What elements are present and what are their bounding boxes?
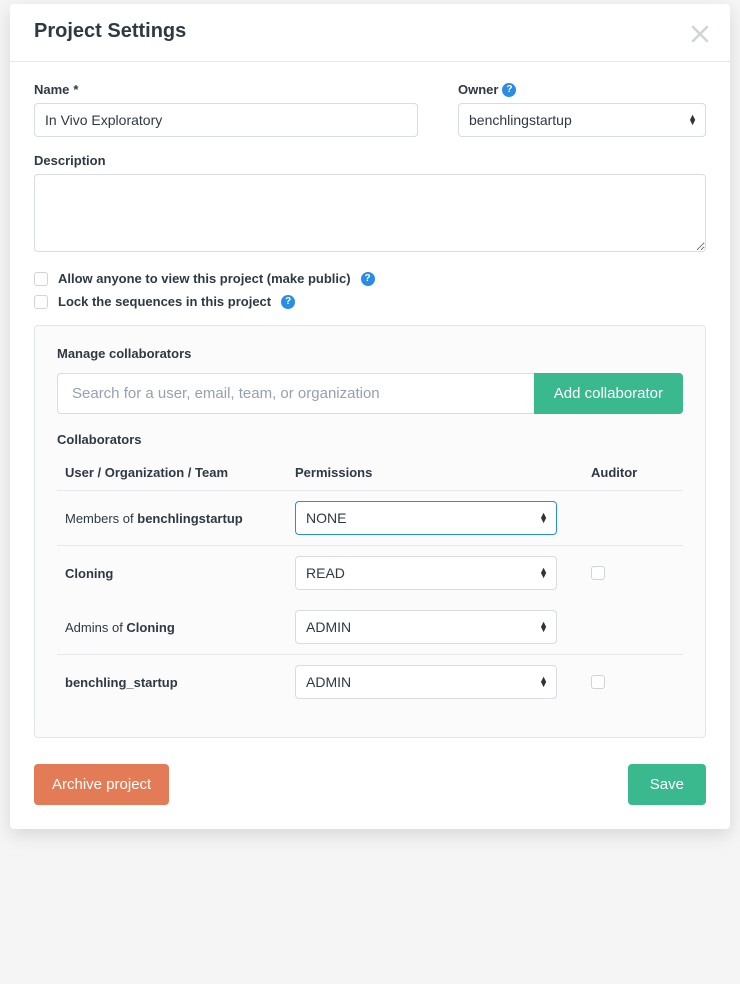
chevron-updown-icon: ▲▼ [539, 568, 556, 578]
permission-select[interactable]: ADMIN▲▼ [295, 665, 557, 699]
description-textarea[interactable] [34, 174, 706, 252]
save-button[interactable]: Save [628, 764, 706, 805]
owner-label: Owner ? [458, 82, 706, 97]
header-user: User / Organization / Team [65, 465, 295, 480]
auditor-cell [561, 566, 683, 580]
header-auditor: Auditor [561, 465, 683, 480]
header-permissions: Permissions [295, 465, 561, 480]
table-row: Members of benchlingstartupNONE▲▼ [57, 491, 683, 545]
chevron-updown-icon: ▲▼ [688, 115, 705, 125]
description-label: Description [34, 153, 706, 168]
collaborators-subtitle: Collaborators [57, 432, 683, 447]
public-checkbox-row[interactable]: Allow anyone to view this project (make … [34, 271, 706, 286]
collaborator-name: Cloning [65, 566, 295, 581]
auditor-checkbox[interactable] [591, 566, 605, 580]
modal-title: Project Settings [34, 20, 706, 43]
permission-select[interactable]: READ▲▼ [295, 556, 557, 590]
name-label: Name* [34, 82, 418, 97]
modal-body: Name* Owner ? benchlingstartup ▲▼ Descri… [10, 62, 730, 744]
collaborator-search-input[interactable] [57, 373, 534, 414]
checkbox-icon [34, 272, 48, 286]
chevron-updown-icon: ▲▼ [539, 513, 556, 523]
collaborator-name: benchling_startup [65, 675, 295, 690]
auditor-checkbox[interactable] [591, 675, 605, 689]
lock-checkbox-row[interactable]: Lock the sequences in this project ? [34, 294, 706, 309]
table-row: CloningREAD▲▼ [57, 546, 683, 600]
collaborator-name: Admins of Cloning [65, 620, 295, 635]
archive-project-button[interactable]: Archive project [34, 764, 169, 805]
auditor-cell [561, 675, 683, 689]
name-input[interactable] [34, 103, 418, 137]
close-icon [690, 24, 710, 44]
manage-collaborators-panel: Manage collaborators Add collaborator Co… [34, 325, 706, 738]
modal-header: Project Settings [10, 4, 730, 62]
collaborator-name: Members of benchlingstartup [65, 511, 295, 526]
owner-select[interactable]: benchlingstartup ▲▼ [458, 103, 706, 137]
permission-select[interactable]: ADMIN▲▼ [295, 610, 557, 644]
modal-footer: Archive project Save [10, 744, 730, 829]
table-row: Admins of CloningADMIN▲▼ [57, 600, 683, 654]
manage-title: Manage collaborators [57, 346, 683, 361]
help-icon[interactable]: ? [361, 272, 375, 286]
table-row: benchling_startupADMIN▲▼ [57, 655, 683, 709]
table-header-row: User / Organization / Team Permissions A… [57, 457, 683, 490]
chevron-updown-icon: ▲▼ [539, 622, 556, 632]
checkbox-icon [34, 295, 48, 309]
project-settings-modal: Project Settings Name* Owner ? [10, 4, 730, 829]
permission-select[interactable]: NONE▲▼ [295, 501, 557, 535]
help-icon[interactable]: ? [502, 83, 516, 97]
chevron-updown-icon: ▲▼ [539, 677, 556, 687]
add-collaborator-button[interactable]: Add collaborator [534, 373, 683, 414]
close-button[interactable] [690, 24, 710, 44]
collaborators-table: User / Organization / Team Permissions A… [57, 457, 683, 709]
help-icon[interactable]: ? [281, 295, 295, 309]
